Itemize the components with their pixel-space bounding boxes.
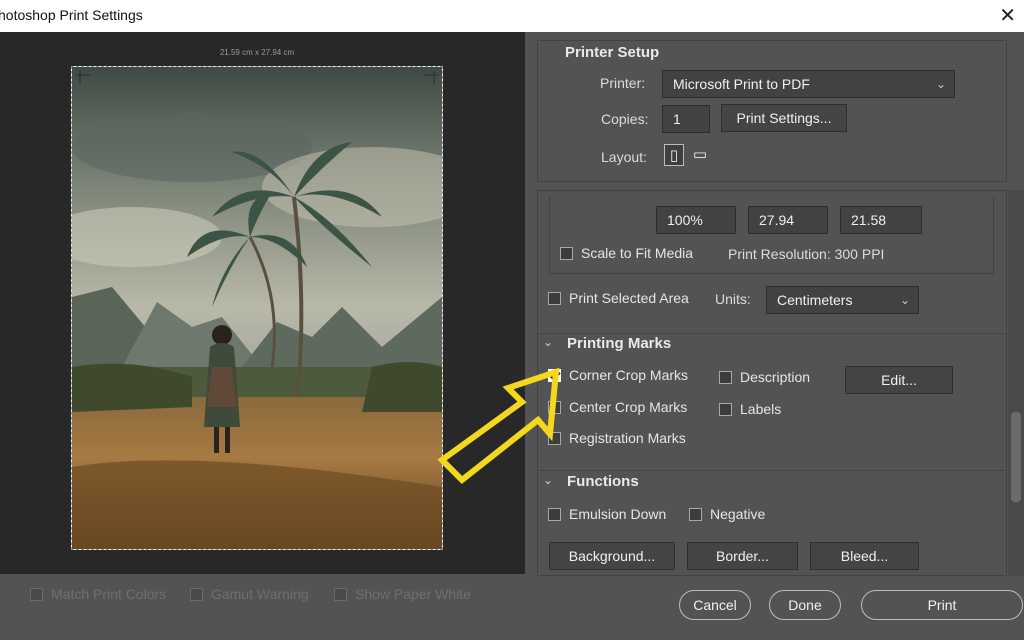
done-button[interactable]: Done xyxy=(769,590,841,620)
height-input[interactable]: 27.94 xyxy=(748,206,828,234)
checkbox-box[interactable] xyxy=(548,291,561,305)
print-settings-dialog: hotoshop Print Settings ✕ 21.59 cm x 27.… xyxy=(0,0,1024,640)
negative-label: Negative xyxy=(710,506,766,522)
color-options-bar xyxy=(0,574,525,640)
center-crop-marks-label: Center Crop Marks xyxy=(569,399,688,415)
emulsion-down-label: Emulsion Down xyxy=(569,506,667,522)
callout-arrow-icon xyxy=(437,367,560,485)
section-divider xyxy=(537,333,1007,334)
copies-input[interactable]: 1 xyxy=(662,105,710,133)
printing-marks-heading[interactable]: Printing Marks xyxy=(567,335,671,352)
checkbox-box[interactable] xyxy=(689,507,702,521)
labels-checkbox[interactable]: Labels xyxy=(719,401,781,417)
chevron-down-icon[interactable]: ⌄ xyxy=(543,335,553,349)
title-bar: hotoshop Print Settings ✕ xyxy=(0,0,1024,32)
registration-marks-label: Registration Marks xyxy=(569,430,686,446)
print-selected-area-checkbox[interactable]: Print Selected Area xyxy=(548,290,689,306)
scrollbar[interactable] xyxy=(1008,190,1024,576)
scrollbar-thumb[interactable] xyxy=(1011,412,1021,502)
layout-label: Layout: xyxy=(601,149,647,165)
paper-size-label: 21.59 cm x 27.94 cm xyxy=(219,48,295,57)
checkbox-box[interactable] xyxy=(719,402,732,416)
units-value: Centimeters xyxy=(777,292,853,308)
chevron-down-icon: ⌄ xyxy=(899,293,910,307)
checkbox-box[interactable] xyxy=(548,507,561,521)
units-label: Units: xyxy=(715,291,751,307)
preview-image[interactable] xyxy=(71,66,443,550)
printer-setup-heading: Printer Setup xyxy=(565,44,660,61)
portrait-layout-icon[interactable]: ▯ xyxy=(664,144,684,166)
bleed-button[interactable]: Bleed... xyxy=(810,542,919,570)
checkbox-box[interactable] xyxy=(190,587,203,601)
description-checkbox[interactable]: Description xyxy=(719,369,810,385)
labels-label: Labels xyxy=(740,401,782,417)
checkbox-box[interactable] xyxy=(560,246,573,260)
print-button[interactable]: Print xyxy=(861,590,1023,620)
functions-heading[interactable]: Functions xyxy=(567,473,639,490)
match-print-colors-checkbox[interactable]: Match Print Colors xyxy=(30,586,166,602)
gamut-warning-checkbox[interactable]: Gamut Warning xyxy=(190,586,309,602)
width-input[interactable]: 21.58 xyxy=(840,206,922,234)
corner-crop-marks-label: Corner Crop Marks xyxy=(569,367,689,383)
gamut-warning-label: Gamut Warning xyxy=(211,586,309,602)
scale-to-fit-checkbox[interactable]: Scale to Fit Media xyxy=(560,245,693,261)
scale-to-fit-label: Scale to Fit Media xyxy=(581,245,694,261)
landscape-layout-icon[interactable]: ▭ xyxy=(690,144,710,166)
artwork-painting xyxy=(72,67,442,549)
border-button[interactable]: Border... xyxy=(687,542,798,570)
negative-checkbox[interactable]: Negative xyxy=(689,506,765,522)
emulsion-down-checkbox[interactable]: Emulsion Down xyxy=(548,506,666,522)
print-settings-button[interactable]: Print Settings... xyxy=(721,104,847,132)
section-divider xyxy=(537,470,1007,471)
checkbox-box[interactable] xyxy=(30,587,43,601)
copies-label: Copies: xyxy=(601,111,649,127)
printer-select[interactable]: Microsoft Print to PDF ⌄ xyxy=(662,70,955,98)
show-paper-white-checkbox[interactable]: Show Paper White xyxy=(334,586,471,602)
show-paper-white-label: Show Paper White xyxy=(355,586,471,602)
window-title: hotoshop Print Settings xyxy=(0,7,143,23)
description-label: Description xyxy=(740,369,811,385)
checkbox-box[interactable] xyxy=(719,370,732,384)
printer-label: Printer: xyxy=(600,75,646,91)
chevron-down-icon: ⌄ xyxy=(935,77,946,91)
close-icon[interactable]: ✕ xyxy=(999,3,1016,28)
cancel-button[interactable]: Cancel xyxy=(679,590,751,620)
match-print-colors-label: Match Print Colors xyxy=(51,586,167,602)
scale-input[interactable]: 100% xyxy=(656,206,736,234)
units-select[interactable]: Centimeters ⌄ xyxy=(766,286,919,314)
print-resolution-text: Print Resolution: 300 PPI xyxy=(728,246,885,262)
checkbox-box[interactable] xyxy=(334,587,347,601)
print-selected-area-label: Print Selected Area xyxy=(569,290,689,306)
background-button[interactable]: Background... xyxy=(549,542,675,570)
printer-value: Microsoft Print to PDF xyxy=(673,76,810,92)
edit-button[interactable]: Edit... xyxy=(845,366,953,394)
